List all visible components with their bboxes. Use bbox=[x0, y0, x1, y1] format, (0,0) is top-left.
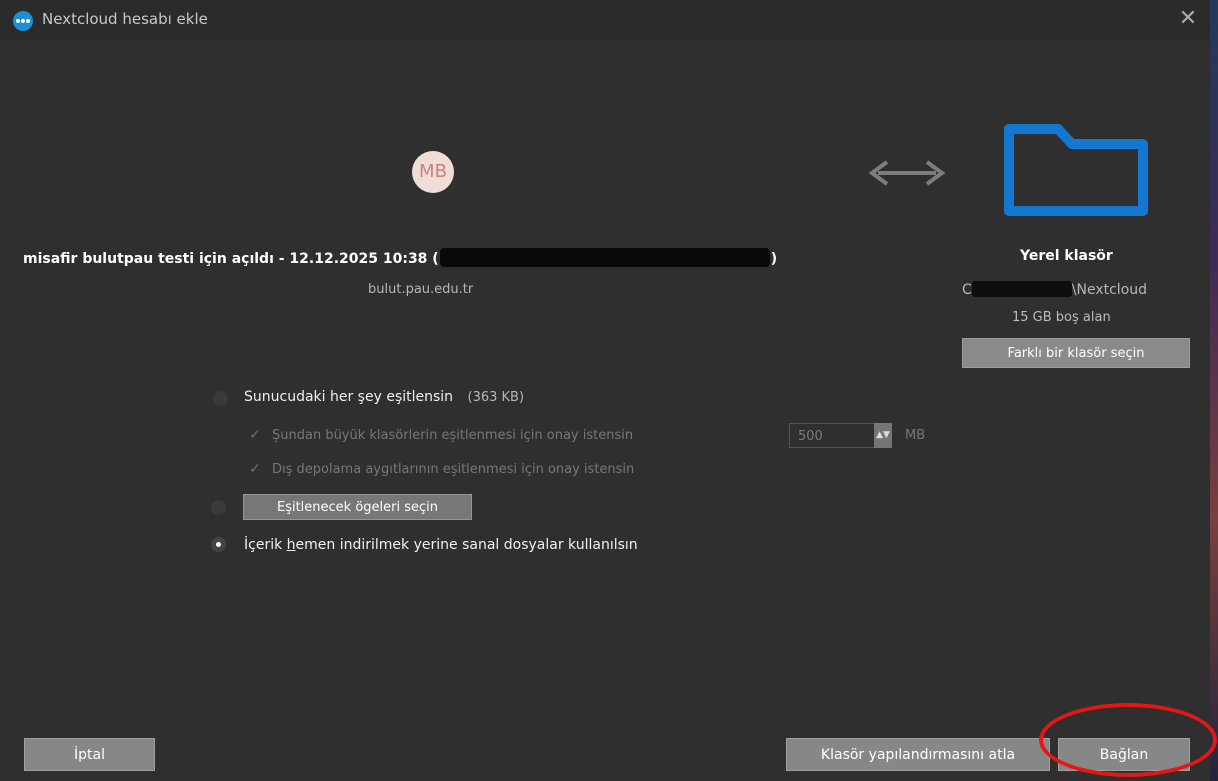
sync-everything-option[interactable]: Sunucudaki her şey eşitlensin (363 KB) bbox=[244, 389, 524, 405]
avatar: MB bbox=[412, 151, 454, 193]
folder-icon bbox=[1004, 124, 1148, 216]
virtual-files-mnemonic: h bbox=[286, 537, 296, 553]
account-name-text: misafir bulutpau testi için açıldı - 12.… bbox=[23, 251, 439, 267]
size-limit-stepper[interactable]: ▲▼ bbox=[874, 423, 892, 448]
confirm-large-label: Şundan büyük klasörlerin eşitlenmesi içi… bbox=[272, 428, 634, 443]
virtual-files-suffix: emen indirilmek yerine sanal dosyalar ku… bbox=[295, 537, 638, 553]
size-limit-unit: MB bbox=[905, 428, 926, 443]
choose-sync-items-button[interactable]: Eşitlenecek ögeleri seçin bbox=[243, 494, 472, 520]
logo-dot-left bbox=[16, 19, 20, 23]
connect-button[interactable]: Bağlan bbox=[1058, 738, 1190, 771]
local-folder-path: C \Nextcloud bbox=[962, 281, 1147, 298]
confirm-external-checkbox[interactable]: ✓ bbox=[247, 461, 263, 477]
nextcloud-logo-icon bbox=[13, 11, 33, 31]
local-path-prefix: C bbox=[962, 282, 972, 298]
selective-sync-radio[interactable] bbox=[211, 500, 226, 515]
choose-folder-button[interactable]: Farklı bir klasör seçin bbox=[962, 338, 1190, 368]
local-folder-label: Yerel klasör bbox=[1020, 248, 1113, 264]
desktop-background-edge bbox=[1210, 0, 1218, 781]
free-space-label: 15 GB boş alan bbox=[1012, 310, 1111, 325]
window-title: Nextcloud hesabı ekle bbox=[42, 10, 208, 28]
sync-size: (363 KB) bbox=[467, 390, 525, 405]
avatar-initials: MB bbox=[419, 161, 447, 182]
double-arrow-icon bbox=[868, 160, 946, 186]
add-account-window: Nextcloud hesabı ekle ✕ MB misafir bulut… bbox=[0, 0, 1210, 781]
logo-dot-center bbox=[21, 19, 25, 23]
sync-everything-radio[interactable] bbox=[213, 391, 228, 406]
skip-folder-config-button[interactable]: Klasör yapılandırmasını atla bbox=[786, 738, 1050, 771]
size-limit-input[interactable]: 500 bbox=[789, 423, 875, 448]
account-name-close: ) bbox=[770, 251, 778, 267]
redacted-email bbox=[439, 248, 770, 267]
virtual-files-option[interactable]: İçerik hemen indirilmek yerine sanal dos… bbox=[244, 537, 638, 553]
logo-dot-right bbox=[26, 19, 30, 23]
account-name: misafir bulutpau testi için açıldı - 12.… bbox=[23, 248, 777, 267]
virtual-files-radio[interactable] bbox=[211, 537, 226, 552]
sync-everything-label: Sunucudaki her şey eşitlensin bbox=[244, 389, 454, 405]
server-url: bulut.pau.edu.tr bbox=[368, 282, 474, 297]
confirm-external-label: Dış depolama aygıtlarının eşitlenmesi iç… bbox=[272, 462, 635, 477]
redacted-username bbox=[971, 281, 1072, 297]
virtual-files-prefix: İçerik bbox=[244, 537, 287, 553]
local-path-suffix: \Nextcloud bbox=[1071, 282, 1148, 298]
title-bar: Nextcloud hesabı ekle ✕ bbox=[0, 0, 1210, 40]
confirm-large-checkbox[interactable]: ✓ bbox=[247, 427, 263, 443]
cancel-button[interactable]: İptal bbox=[24, 738, 155, 771]
close-icon[interactable]: ✕ bbox=[1174, 5, 1202, 33]
